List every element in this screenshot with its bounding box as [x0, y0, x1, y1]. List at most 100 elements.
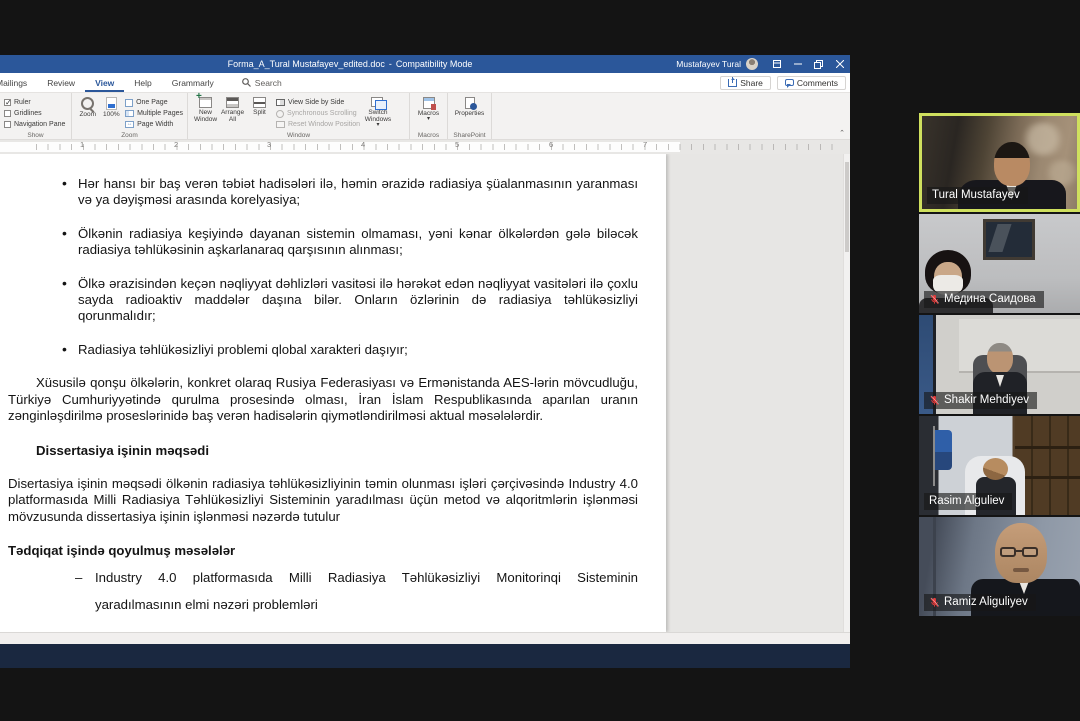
comments-label: Comments: [797, 78, 838, 88]
show-group-label: Show: [0, 132, 71, 139]
participant-name: Tural Mustafayev: [932, 189, 1020, 201]
bullet-item: Hər hansı bir baş verən təbiət hadisələr…: [8, 176, 638, 209]
ribbon-display-options-icon: [773, 60, 781, 68]
participant-name-tag: Rasim Alguliev: [924, 493, 1012, 510]
multiple-pages-button[interactable]: Multiple Pages: [125, 109, 183, 118]
ruler-number: 4: [361, 140, 365, 149]
synchronous-scrolling-button: Synchronous Scrolling: [276, 109, 360, 118]
tab-mailings[interactable]: Mailings: [0, 73, 37, 92]
minimize-button[interactable]: [787, 55, 808, 73]
ruler-number: 2: [174, 140, 178, 149]
search-icon: [242, 78, 251, 87]
reset-window-position-icon: [276, 121, 285, 128]
gridlines-checkbox[interactable]: Gridlines: [4, 108, 67, 119]
share-button[interactable]: Share: [720, 76, 771, 90]
scrollbar-thumb[interactable]: [845, 162, 849, 252]
dropdown-caret-icon: [427, 117, 430, 121]
muted-mic-icon: [929, 395, 940, 406]
properties-label: Properties: [455, 110, 485, 117]
document-page[interactable]: Hər hansı bir baş verən təbiət hadisələr…: [0, 154, 666, 632]
participant-tile-shakir-mehdiyev[interactable]: Shakir Mehdiyev: [919, 315, 1080, 414]
participant-name: Rasim Alguliev: [929, 495, 1004, 507]
muted-mic-icon: [929, 597, 940, 608]
glasses-icon: [1000, 547, 1016, 557]
participant-tile-medina-saidova[interactable]: Медина Саидова: [919, 214, 1080, 313]
tab-view[interactable]: View: [85, 73, 124, 92]
vertical-scrollbar[interactable]: [843, 154, 850, 632]
arrange-all-button[interactable]: Arrange All: [219, 95, 246, 130]
properties-icon: [465, 97, 475, 109]
search-box[interactable]: Search: [242, 73, 282, 92]
document-heading: Dissertasiya işinin məqsədi: [36, 443, 638, 459]
ribbon-group-show: Ruler Gridlines Navigation Pane Show: [0, 93, 72, 139]
muted-mic-icon: [929, 294, 940, 305]
gridlines-checkbox-label: Gridlines: [14, 110, 42, 117]
checkbox-checked-icon: [4, 99, 11, 106]
participant-name-tag: Медина Саидова: [924, 291, 1044, 308]
zoom-100-icon: [106, 97, 117, 110]
participant-tile-tural-mustafayev[interactable]: Tural Mustafayev: [919, 113, 1080, 212]
view-side-by-side-button[interactable]: View Side by Side: [276, 98, 360, 107]
properties-button[interactable]: Properties: [452, 95, 487, 117]
switch-windows-button[interactable]: Switch Windows: [360, 95, 396, 130]
participant-name: Медина Саидова: [944, 293, 1036, 305]
document-canvas: Hər hansı bir baş verən təbiət hadisələr…: [0, 154, 850, 632]
new-window-label: New Window: [192, 109, 219, 123]
comments-button[interactable]: Comments: [777, 76, 846, 90]
collapse-ribbon-icon[interactable]: ⌃: [839, 129, 845, 137]
participant-tile-ramiz-aliguliyev[interactable]: Ramiz Aliguliyev: [919, 517, 1080, 616]
document-actions: Share Comments: [720, 73, 846, 92]
split-label: Split: [253, 109, 266, 116]
restore-button[interactable]: [808, 55, 829, 73]
tab-grammarly[interactable]: Grammarly: [162, 73, 224, 92]
arrange-all-label: Arrange All: [219, 109, 246, 123]
ribbon-tabs: Mailings Review View Help Grammarly: [0, 73, 224, 92]
search-label: Search: [255, 78, 282, 88]
window-group-label: Window: [188, 132, 409, 139]
split-button[interactable]: Split: [246, 95, 273, 130]
share-label: Share: [740, 78, 763, 88]
compatibility-mode-label: Compatibility Mode: [396, 59, 473, 69]
magnifier-icon: [81, 97, 94, 110]
user-avatar[interactable]: [746, 58, 758, 70]
new-window-icon: [199, 97, 212, 108]
switch-windows-label: Switch Windows: [360, 109, 396, 123]
person-head: [987, 343, 1013, 374]
page-width-button[interactable]: Page Width: [125, 120, 183, 129]
navigation-pane-checkbox[interactable]: Navigation Pane: [4, 119, 67, 130]
bullet-item: Radiasiya təhlükəsizliyi problemi qlobal…: [8, 342, 638, 358]
dash-item-text: Industry 4.0 platformasıda Milli Radiasi…: [95, 570, 638, 612]
close-icon: [836, 60, 844, 68]
multiple-pages-icon: [125, 110, 134, 117]
page-width-icon: [125, 121, 134, 128]
macros-button[interactable]: Macros: [414, 95, 443, 121]
zoom-button[interactable]: Zoom: [76, 95, 100, 130]
close-button[interactable]: [829, 55, 850, 73]
tab-review[interactable]: Review: [37, 73, 85, 92]
participant-name-tag: Shakir Mehdiyev: [924, 392, 1037, 409]
tab-help[interactable]: Help: [124, 73, 161, 92]
zoom-100-button[interactable]: 100%: [100, 95, 124, 130]
participant-name: Ramiz Aliguliyev: [944, 596, 1028, 608]
participant-name: Shakir Mehdiyev: [944, 394, 1029, 406]
ribbon-group-macros: Macros Macros: [410, 93, 448, 139]
macros-icon: [423, 97, 435, 109]
document-content: Hər hansı bir baş verən təbiət hadisələr…: [0, 154, 666, 618]
new-window-button[interactable]: New Window: [192, 95, 219, 130]
horizontal-ruler[interactable]: 1 2 3 4 5 6 7: [0, 140, 850, 154]
ruler-checkbox-label: Ruler: [14, 99, 31, 106]
dash-marker: –: [75, 564, 82, 591]
synchronous-scrolling-icon: [276, 110, 284, 118]
one-page-button[interactable]: One Page: [125, 98, 183, 107]
dropdown-caret-icon: [376, 123, 379, 127]
participant-tile-rasim-alguliev[interactable]: Rasim Alguliev: [919, 416, 1080, 515]
arrange-all-icon: [226, 97, 239, 108]
person-head: [994, 142, 1030, 186]
checkbox-unchecked-icon: [4, 110, 11, 117]
ribbon-display-options-button[interactable]: [766, 55, 787, 73]
zoom-100-label: 100%: [103, 111, 120, 118]
ruler-checkbox[interactable]: Ruler: [4, 97, 67, 108]
reset-window-position-button: Reset Window Position: [276, 120, 360, 129]
paragraph: Disertasiya işinin məqsədi ölkənin radia…: [8, 476, 638, 525]
document-name: Forma_A_Tural Mustafayev_edited.doc: [228, 59, 385, 69]
